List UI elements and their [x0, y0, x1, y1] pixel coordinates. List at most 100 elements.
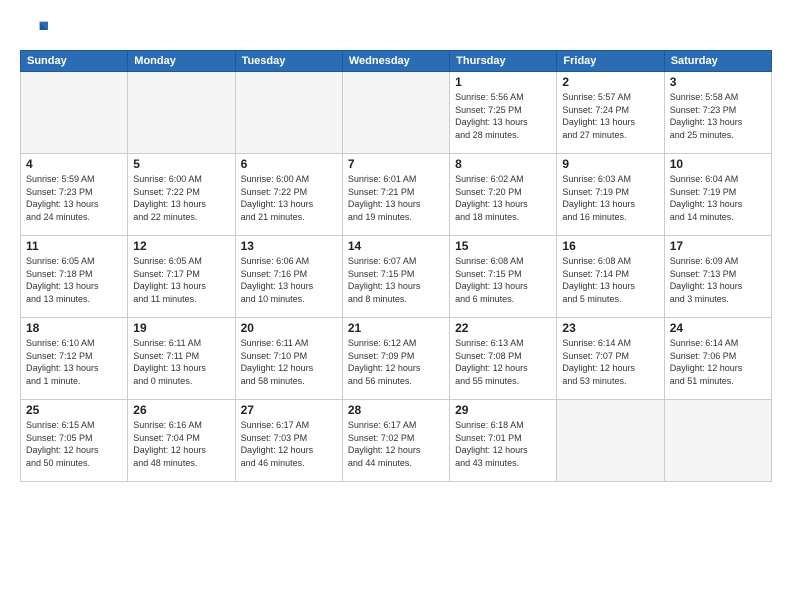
calendar-cell: 14 Sunrise: 6:07 AM Sunset: 7:15 PM Dayli… [342, 236, 449, 318]
day-number: 25 [26, 403, 122, 417]
day-number: 29 [455, 403, 551, 417]
calendar-header-row: SundayMondayTuesdayWednesdayThursdayFrid… [21, 51, 772, 72]
calendar-cell: 21 Sunrise: 6:12 AM Sunset: 7:09 PM Dayli… [342, 318, 449, 400]
day-number: 1 [455, 75, 551, 89]
calendar-day-header: Tuesday [235, 51, 342, 72]
day-number: 2 [562, 75, 658, 89]
day-number: 11 [26, 239, 122, 253]
day-info: Sunrise: 6:01 AM Sunset: 7:21 PM Dayligh… [348, 173, 444, 223]
day-number: 12 [133, 239, 229, 253]
calendar-day-header: Friday [557, 51, 664, 72]
day-info: Sunrise: 6:09 AM Sunset: 7:13 PM Dayligh… [670, 255, 766, 305]
day-info: Sunrise: 5:57 AM Sunset: 7:24 PM Dayligh… [562, 91, 658, 141]
calendar-day-header: Thursday [450, 51, 557, 72]
calendar-cell: 29 Sunrise: 6:18 AM Sunset: 7:01 PM Dayli… [450, 400, 557, 482]
calendar-cell [664, 400, 771, 482]
calendar-cell: 22 Sunrise: 6:13 AM Sunset: 7:08 PM Dayli… [450, 318, 557, 400]
day-number: 20 [241, 321, 337, 335]
day-number: 26 [133, 403, 229, 417]
day-info: Sunrise: 6:02 AM Sunset: 7:20 PM Dayligh… [455, 173, 551, 223]
day-info: Sunrise: 6:14 AM Sunset: 7:06 PM Dayligh… [670, 337, 766, 387]
day-info: Sunrise: 6:13 AM Sunset: 7:08 PM Dayligh… [455, 337, 551, 387]
calendar-cell: 8 Sunrise: 6:02 AM Sunset: 7:20 PM Daylig… [450, 154, 557, 236]
day-number: 6 [241, 157, 337, 171]
day-number: 27 [241, 403, 337, 417]
day-info: Sunrise: 6:00 AM Sunset: 7:22 PM Dayligh… [133, 173, 229, 223]
calendar-day-header: Wednesday [342, 51, 449, 72]
day-number: 8 [455, 157, 551, 171]
calendar-cell: 18 Sunrise: 6:10 AM Sunset: 7:12 PM Dayli… [21, 318, 128, 400]
calendar-cell: 19 Sunrise: 6:11 AM Sunset: 7:11 PM Dayli… [128, 318, 235, 400]
day-info: Sunrise: 6:05 AM Sunset: 7:18 PM Dayligh… [26, 255, 122, 305]
day-info: Sunrise: 6:06 AM Sunset: 7:16 PM Dayligh… [241, 255, 337, 305]
calendar-cell: 9 Sunrise: 6:03 AM Sunset: 7:19 PM Daylig… [557, 154, 664, 236]
day-number: 14 [348, 239, 444, 253]
day-number: 22 [455, 321, 551, 335]
page: SundayMondayTuesdayWednesdayThursdayFrid… [0, 0, 792, 612]
calendar-cell [557, 400, 664, 482]
calendar-cell: 6 Sunrise: 6:00 AM Sunset: 7:22 PM Daylig… [235, 154, 342, 236]
calendar-cell: 24 Sunrise: 6:14 AM Sunset: 7:06 PM Dayli… [664, 318, 771, 400]
calendar-week-row: 4 Sunrise: 5:59 AM Sunset: 7:23 PM Daylig… [21, 154, 772, 236]
calendar-week-row: 1 Sunrise: 5:56 AM Sunset: 7:25 PM Daylig… [21, 72, 772, 154]
calendar-cell: 5 Sunrise: 6:00 AM Sunset: 7:22 PM Daylig… [128, 154, 235, 236]
calendar-cell: 15 Sunrise: 6:08 AM Sunset: 7:15 PM Dayli… [450, 236, 557, 318]
day-info: Sunrise: 6:07 AM Sunset: 7:15 PM Dayligh… [348, 255, 444, 305]
calendar-cell: 12 Sunrise: 6:05 AM Sunset: 7:17 PM Dayli… [128, 236, 235, 318]
calendar-cell [342, 72, 449, 154]
calendar-week-row: 25 Sunrise: 6:15 AM Sunset: 7:05 PM Dayli… [21, 400, 772, 482]
calendar-cell: 7 Sunrise: 6:01 AM Sunset: 7:21 PM Daylig… [342, 154, 449, 236]
day-info: Sunrise: 6:12 AM Sunset: 7:09 PM Dayligh… [348, 337, 444, 387]
calendar-day-header: Sunday [21, 51, 128, 72]
calendar-week-row: 11 Sunrise: 6:05 AM Sunset: 7:18 PM Dayli… [21, 236, 772, 318]
day-info: Sunrise: 6:18 AM Sunset: 7:01 PM Dayligh… [455, 419, 551, 469]
day-number: 18 [26, 321, 122, 335]
day-info: Sunrise: 6:04 AM Sunset: 7:19 PM Dayligh… [670, 173, 766, 223]
day-info: Sunrise: 6:15 AM Sunset: 7:05 PM Dayligh… [26, 419, 122, 469]
day-info: Sunrise: 6:11 AM Sunset: 7:11 PM Dayligh… [133, 337, 229, 387]
day-info: Sunrise: 6:16 AM Sunset: 7:04 PM Dayligh… [133, 419, 229, 469]
day-info: Sunrise: 5:56 AM Sunset: 7:25 PM Dayligh… [455, 91, 551, 141]
day-number: 15 [455, 239, 551, 253]
calendar-cell: 16 Sunrise: 6:08 AM Sunset: 7:14 PM Dayli… [557, 236, 664, 318]
day-number: 19 [133, 321, 229, 335]
calendar-cell [128, 72, 235, 154]
day-info: Sunrise: 6:17 AM Sunset: 7:02 PM Dayligh… [348, 419, 444, 469]
day-number: 10 [670, 157, 766, 171]
calendar-day-header: Saturday [664, 51, 771, 72]
day-info: Sunrise: 5:58 AM Sunset: 7:23 PM Dayligh… [670, 91, 766, 141]
calendar-cell: 17Sunrise: 6:09 AM Sunset: 7:13 PM Dayli… [664, 236, 771, 318]
logo [20, 16, 52, 44]
day-info: Sunrise: 6:03 AM Sunset: 7:19 PM Dayligh… [562, 173, 658, 223]
calendar-day-header: Monday [128, 51, 235, 72]
day-number: 9 [562, 157, 658, 171]
day-number: 4 [26, 157, 122, 171]
calendar-cell [21, 72, 128, 154]
day-number: 5 [133, 157, 229, 171]
day-number: 16 [562, 239, 658, 253]
day-number: 7 [348, 157, 444, 171]
day-info: Sunrise: 6:14 AM Sunset: 7:07 PM Dayligh… [562, 337, 658, 387]
header [20, 16, 772, 44]
calendar-cell: 11 Sunrise: 6:05 AM Sunset: 7:18 PM Dayli… [21, 236, 128, 318]
calendar-week-row: 18 Sunrise: 6:10 AM Sunset: 7:12 PM Dayli… [21, 318, 772, 400]
calendar-cell: 27Sunrise: 6:17 AM Sunset: 7:03 PM Dayli… [235, 400, 342, 482]
day-number: 24 [670, 321, 766, 335]
calendar-cell: 20Sunrise: 6:11 AM Sunset: 7:10 PM Dayli… [235, 318, 342, 400]
day-info: Sunrise: 6:00 AM Sunset: 7:22 PM Dayligh… [241, 173, 337, 223]
day-number: 28 [348, 403, 444, 417]
calendar-cell: 4 Sunrise: 5:59 AM Sunset: 7:23 PM Daylig… [21, 154, 128, 236]
calendar-cell: 1 Sunrise: 5:56 AM Sunset: 7:25 PM Daylig… [450, 72, 557, 154]
day-info: Sunrise: 6:08 AM Sunset: 7:14 PM Dayligh… [562, 255, 658, 305]
day-info: Sunrise: 5:59 AM Sunset: 7:23 PM Dayligh… [26, 173, 122, 223]
logo-icon [20, 16, 48, 44]
calendar-cell: 23Sunrise: 6:14 AM Sunset: 7:07 PM Dayli… [557, 318, 664, 400]
day-number: 3 [670, 75, 766, 89]
day-info: Sunrise: 6:05 AM Sunset: 7:17 PM Dayligh… [133, 255, 229, 305]
calendar-cell: 28 Sunrise: 6:17 AM Sunset: 7:02 PM Dayli… [342, 400, 449, 482]
day-info: Sunrise: 6:10 AM Sunset: 7:12 PM Dayligh… [26, 337, 122, 387]
day-info: Sunrise: 6:08 AM Sunset: 7:15 PM Dayligh… [455, 255, 551, 305]
day-number: 21 [348, 321, 444, 335]
calendar-cell: 25 Sunrise: 6:15 AM Sunset: 7:05 PM Dayli… [21, 400, 128, 482]
calendar-cell: 10 Sunrise: 6:04 AM Sunset: 7:19 PM Dayli… [664, 154, 771, 236]
